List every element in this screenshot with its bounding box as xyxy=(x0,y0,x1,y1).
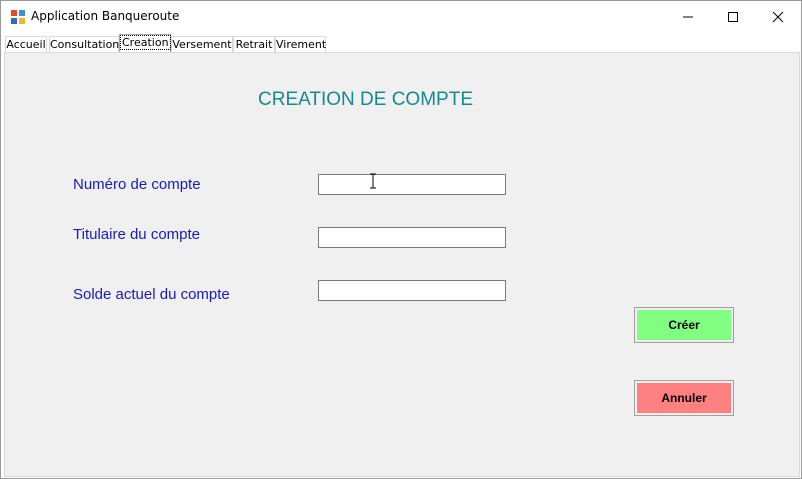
numero-input[interactable] xyxy=(318,174,506,195)
maximize-icon xyxy=(728,11,738,22)
annuler-button-label: Annuler xyxy=(637,383,731,413)
page-title: CREATION DE COMPTE xyxy=(258,89,473,110)
titulaire-input[interactable] xyxy=(318,227,506,248)
solde-label: Solde actuel du compte xyxy=(73,286,230,303)
solde-input[interactable] xyxy=(318,280,506,301)
close-button[interactable] xyxy=(755,1,801,32)
tab-creation[interactable]: Creation xyxy=(119,34,171,53)
tab-virement[interactable]: Virement xyxy=(275,36,326,53)
tab-consultation[interactable]: Consultation xyxy=(49,36,119,53)
tab-versement[interactable]: Versement xyxy=(171,36,233,53)
minimize-button[interactable] xyxy=(665,1,711,32)
title-bar: Application Banqueroute xyxy=(1,1,801,32)
minimize-icon xyxy=(683,16,693,17)
titulaire-label: Titulaire du compte xyxy=(73,226,201,243)
close-icon xyxy=(772,11,784,22)
tab-accueil[interactable]: Accueil xyxy=(5,36,47,53)
annuler-button[interactable]: Annuler xyxy=(634,380,734,416)
text-cursor-icon xyxy=(370,173,376,189)
maximize-button[interactable] xyxy=(710,1,756,32)
app-icon xyxy=(11,10,25,24)
creer-button[interactable]: Créer xyxy=(634,307,734,343)
tab-retrait[interactable]: Retrait xyxy=(233,36,275,53)
creer-button-label: Créer xyxy=(637,310,731,340)
window-title: Application Banqueroute xyxy=(31,9,180,23)
app-window: Application Banqueroute Accueil Consulta… xyxy=(0,0,802,479)
numero-label: Numéro de compte xyxy=(73,176,201,193)
